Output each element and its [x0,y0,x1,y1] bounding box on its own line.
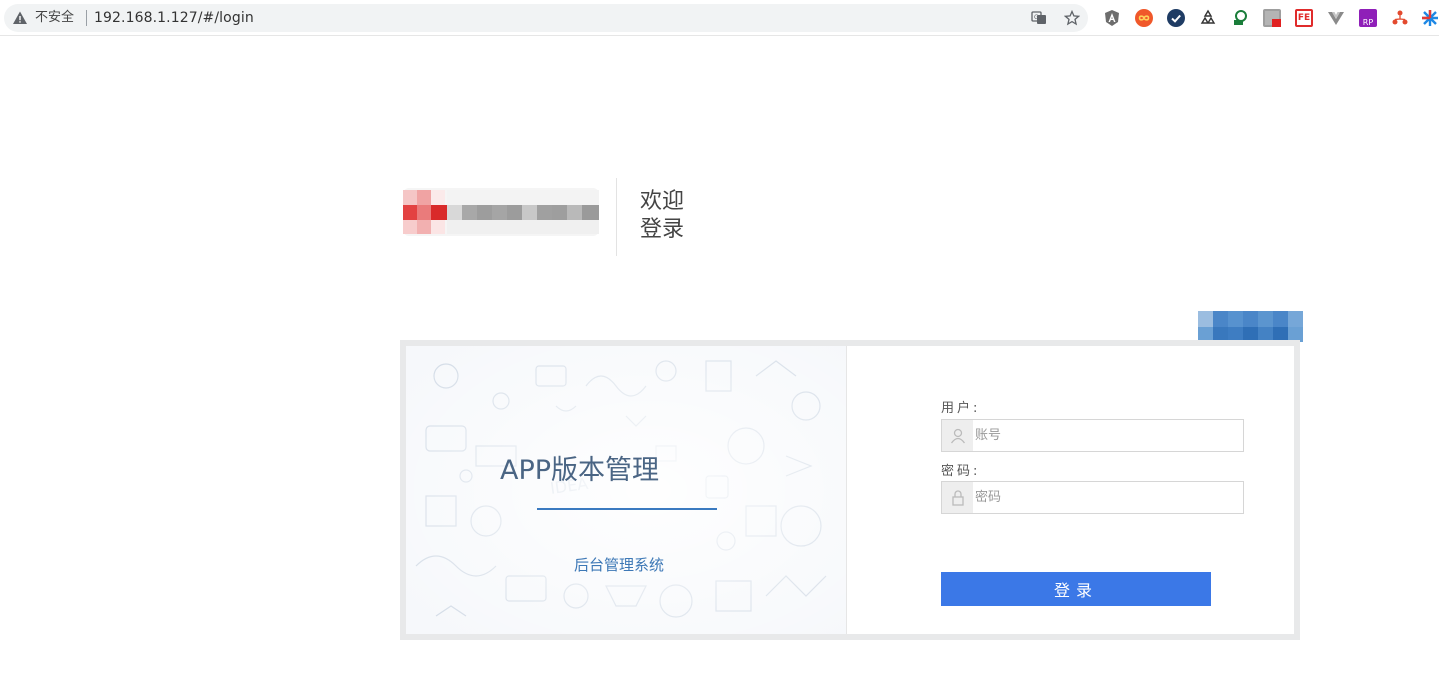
login-button[interactable]: 登录 [941,572,1211,606]
doodle-background: IDEA [406,346,846,634]
welcome-heading: 欢迎 登录 [640,188,720,244]
app-subtitle: 后台管理系统 [574,556,665,574]
network-ext-icon[interactable] [1391,9,1409,27]
welcome-line-1: 欢迎 [640,189,685,214]
user-icon [942,420,973,451]
url-text[interactable]: 192.168.1.127/#/login [94,10,254,26]
login-card: IDEA APP版本管理 后台管理系统 用户: 密码: 登录 [400,340,1300,640]
title-underline [537,508,717,510]
star-ext-icon[interactable] [1421,9,1439,27]
welcome-line-2: 登录 [640,217,685,242]
omnibox-separator [86,10,87,26]
username-input[interactable] [975,420,1241,451]
lock-icon [942,482,973,513]
password-label: 密码: [941,464,981,479]
corner-tag [1198,311,1303,342]
leaf-ext-icon[interactable] [1231,9,1249,27]
browser-toolbar: 不安全 192.168.1.127/#/login G FE RP [0,0,1439,36]
svg-text:G: G [1034,14,1039,21]
brand-panel: IDEA APP版本管理 后台管理系统 [406,346,847,634]
address-bar[interactable]: 不安全 192.168.1.127/#/login G [4,4,1088,32]
username-field[interactable] [941,419,1244,452]
app-title: APP版本管理 [500,455,660,486]
star-icon[interactable] [1064,10,1080,26]
fe-ext-icon[interactable]: FE [1295,9,1313,27]
angular-ext-icon[interactable] [1103,9,1121,27]
recycle-ext-icon[interactable] [1199,9,1217,27]
security-label[interactable]: 不安全 [35,10,74,26]
header-divider [616,178,617,256]
vue-ext-icon[interactable] [1327,9,1345,27]
user-label: 用户: [941,401,981,416]
login-form: 用户: 密码: 登录 [847,346,1294,634]
password-field[interactable] [941,481,1244,514]
check-ext-icon[interactable] [1167,9,1185,27]
password-input[interactable] [975,482,1241,513]
logo-image [403,188,599,236]
rp-ext-icon[interactable]: RP [1359,9,1377,27]
translate-icon[interactable]: G [1031,10,1047,26]
infinity-ext-icon[interactable] [1135,9,1153,27]
gray-ext-icon[interactable] [1263,9,1281,27]
warning-icon[interactable] [12,10,28,26]
